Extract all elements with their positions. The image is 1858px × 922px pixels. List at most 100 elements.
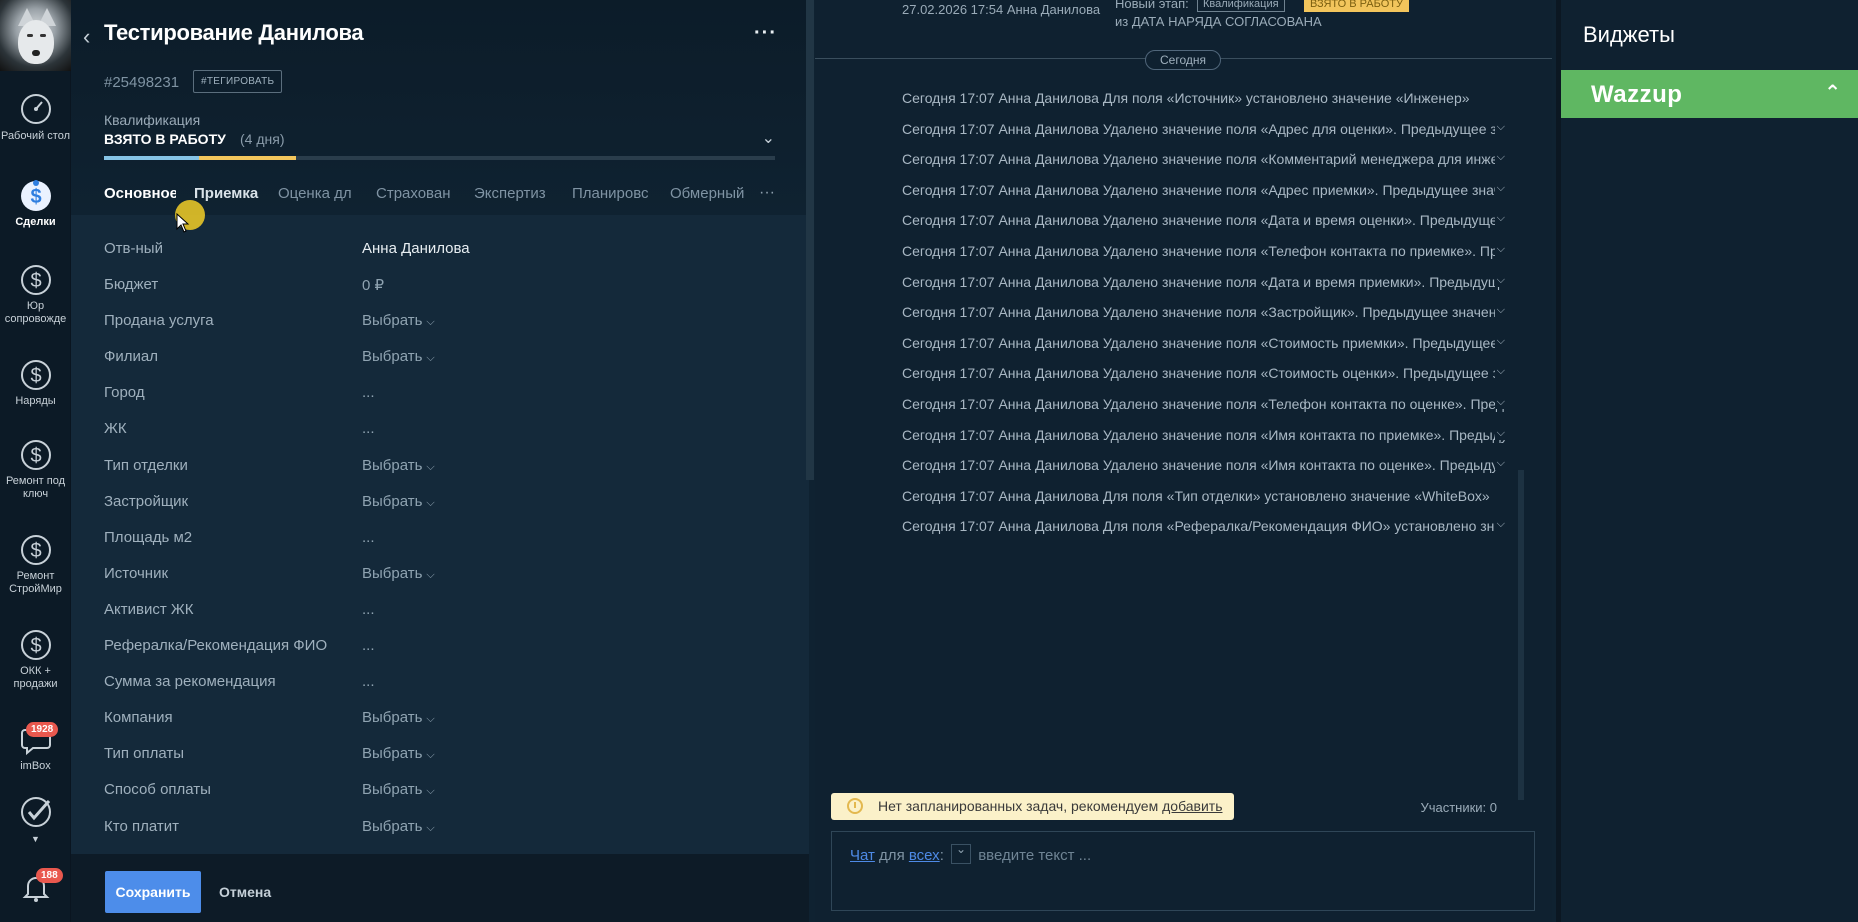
tag-button[interactable]: #ТЕГИРОВАТЬ	[193, 70, 283, 93]
feed-event-date: 27.02.2026 17:54 Анна Данилова	[902, 2, 1101, 17]
field-row: Активист ЖК...	[71, 593, 809, 629]
feed-item[interactable]: Сегодня 17:07 Анна Данилова Удалено знач…	[902, 395, 1505, 427]
field-select[interactable]: Выбрать ⌵	[362, 818, 435, 835]
field-input[interactable]: ...	[362, 384, 375, 401]
feed-item[interactable]: Сегодня 17:07 Анна Данилова Удалено знач…	[902, 212, 1505, 243]
feed-item-text: Сегодня 17:07 Анна Данилова Удалено знач…	[902, 365, 1505, 382]
field-row: Кто платит Выбрать ⌵	[71, 810, 809, 846]
tab-acceptance[interactable]: Приемка	[194, 185, 260, 202]
field-input[interactable]: ...	[362, 637, 375, 654]
expand-icon[interactable]: ⌵	[1494, 120, 1505, 134]
chevron-down-icon: ⌵	[426, 352, 435, 365]
expand-icon[interactable]: ⌵	[1494, 212, 1505, 226]
field-select[interactable]: Выбрать ⌵	[362, 781, 435, 798]
nav-label: Сделки	[15, 216, 56, 228]
cancel-button[interactable]: Отмена	[219, 884, 271, 900]
stage-progress-bar	[104, 156, 775, 160]
svg-text:$: $	[30, 186, 41, 208]
field-value-responsible[interactable]: Анна Данилова	[362, 240, 470, 257]
nav-item-stroymir[interactable]: $ Ремонт СтройМир	[0, 532, 71, 596]
lead-scrollbar[interactable]	[806, 0, 814, 480]
chat-input-box[interactable]: Чат для всех: введите текст ...	[831, 831, 1535, 911]
more-arrow-icon[interactable]: ▼	[31, 834, 40, 844]
imbox-badge: 1928	[26, 722, 59, 737]
back-icon[interactable]: ‹	[83, 24, 90, 50]
lead-title[interactable]: Тестирование Данилова	[104, 20, 364, 46]
feed-item[interactable]: Сегодня 17:07 Анна Данилова Удалено знач…	[902, 334, 1505, 366]
feed-item[interactable]: Сегодня 17:07 Анна Данилова Удалено знач…	[902, 120, 1505, 152]
nav-item-tasks[interactable]: ▼	[0, 795, 71, 846]
tabs-more-icon[interactable]: ···	[759, 184, 775, 202]
dollar-icon: $	[20, 360, 51, 390]
field-select[interactable]: Выбрать ⌵	[362, 565, 435, 582]
stage-name[interactable]: ВЗЯТО В РАБОТУ	[104, 131, 226, 147]
feed-item-text: Сегодня 17:07 Анна Данилова Удалено знач…	[902, 426, 1505, 443]
tab-planning[interactable]: Планировс	[572, 185, 652, 202]
expand-icon[interactable]: ⌵	[1494, 304, 1505, 318]
expand-icon[interactable]: ⌵	[1494, 181, 1505, 195]
expand-icon[interactable]: ⌵	[1494, 457, 1505, 471]
field-input[interactable]: ...	[362, 673, 375, 690]
field-select[interactable]: Выбрать ⌵	[362, 745, 435, 762]
tab-expertise[interactable]: Экспертиз	[474, 185, 554, 202]
chat-text-input[interactable]: введите текст ...	[978, 847, 1091, 864]
field-input[interactable]: ...	[362, 601, 375, 618]
expand-icon[interactable]: ⌵	[1494, 151, 1505, 165]
add-task-link[interactable]: добавить	[1162, 798, 1222, 814]
field-select[interactable]: Выбрать ⌵	[362, 493, 435, 510]
field-input[interactable]: ...	[362, 420, 375, 437]
field-select[interactable]: Выбрать ⌵	[362, 457, 435, 474]
expand-icon[interactable]: ⌵	[1494, 273, 1505, 287]
field-label: Тип оплаты	[104, 745, 185, 763]
feed-item-text: Сегодня 17:07 Анна Данилова Удалено знач…	[902, 457, 1505, 474]
feed-scrollbar[interactable]	[1518, 470, 1524, 800]
tab-assessment[interactable]: Оценка дл	[278, 185, 358, 202]
today-pill: Сегодня	[1145, 50, 1221, 70]
field-input[interactable]: ...	[362, 529, 375, 546]
feed-item[interactable]: Сегодня 17:07 Анна Данилова Удалено знач…	[902, 457, 1505, 488]
feed-item[interactable]: Сегодня 17:07 Анна Данилова Удалено знач…	[902, 273, 1505, 305]
chat-recipient-link[interactable]: всех	[909, 847, 940, 864]
nav-label: imBox	[20, 760, 51, 772]
field-label: Филиал	[104, 348, 159, 366]
nav-item-okk[interactable]: $ ОКК + продажи	[0, 627, 71, 691]
chat-type-link[interactable]: Чат	[850, 847, 875, 864]
avatar[interactable]	[0, 0, 71, 71]
field-value-budget[interactable]: 0 ₽	[362, 276, 384, 294]
field-select[interactable]: Выбрать ⌵	[362, 312, 435, 329]
participants-count[interactable]: Участники: 0	[1420, 800, 1497, 815]
feed-item[interactable]: Сегодня 17:07 Анна Данилова Удалено знач…	[902, 426, 1505, 458]
feed-item[interactable]: Сегодня 17:07 Анна Данилова Удалено знач…	[902, 365, 1505, 396]
stage-chevron-icon[interactable]: ⌄	[762, 128, 775, 148]
recipient-dropdown[interactable]	[951, 842, 972, 864]
expand-icon[interactable]: ⌵	[1494, 242, 1505, 256]
feed-item[interactable]: Сегодня 17:07 Анна Данилова Удалено знач…	[902, 242, 1505, 274]
expand-icon[interactable]: ⌵	[1494, 518, 1505, 532]
clock-icon	[847, 798, 863, 814]
field-select[interactable]: Выбрать ⌵	[362, 348, 435, 365]
nav-item-turnkey[interactable]: $ Ремонт под ключ	[0, 437, 71, 501]
nav-item-imbox[interactable]: imBox 1928	[0, 722, 71, 773]
feed-item[interactable]: Сегодня 17:07 Анна Данилова Удалено знач…	[902, 181, 1505, 213]
feed-item[interactable]: Сегодня 17:07 Анна Данилова Удалено знач…	[902, 151, 1505, 182]
tab-measure[interactable]: Обмерный	[670, 185, 750, 202]
feed-item[interactable]: Сегодня 17:07 Анна Данилова Для поля «Ре…	[902, 518, 1505, 549]
feed-item-text: Сегодня 17:07 Анна Данилова Удалено знач…	[902, 334, 1505, 351]
expand-icon[interactable]: ⌵	[1494, 365, 1505, 379]
expand-icon[interactable]: ⌵	[1494, 334, 1505, 348]
tab-main[interactable]: Основное	[104, 185, 176, 202]
expand-icon[interactable]: ⌵	[1494, 395, 1505, 409]
nav-item-legal[interactable]: $ Юр сопровожде	[0, 262, 71, 326]
feed-item[interactable]: Сегодня 17:07 Анна Данилова Удалено знач…	[902, 304, 1505, 335]
tab-insurance[interactable]: Страхован	[376, 185, 456, 202]
more-menu-icon[interactable]: ···	[754, 22, 777, 45]
nav-item-deals[interactable]: $ Сделки	[0, 178, 71, 229]
nav-item-orders[interactable]: $ Наряды	[0, 357, 71, 408]
nav-item-notifications[interactable]: 188	[0, 868, 71, 908]
wazzup-widget[interactable]: Wazzup ⌃	[1561, 70, 1858, 118]
save-button[interactable]: Сохранить	[105, 871, 201, 913]
field-select[interactable]: Выбрать ⌵	[362, 709, 435, 726]
nav-item-dashboard[interactable]: Рабочий стол	[0, 92, 71, 143]
chevron-up-icon[interactable]: ⌃	[1824, 80, 1841, 105]
expand-icon[interactable]: ⌵	[1494, 426, 1505, 440]
